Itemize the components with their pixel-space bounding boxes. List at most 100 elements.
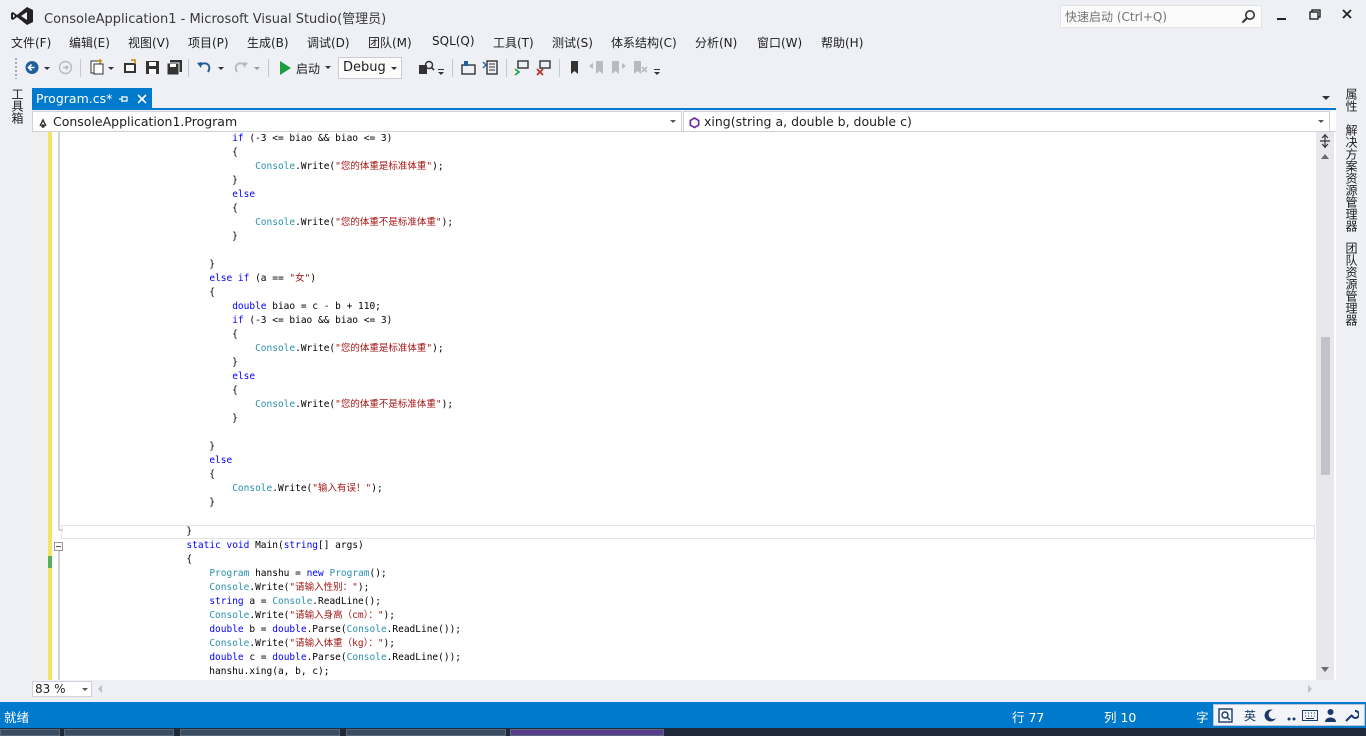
menu-view[interactable]: 视图(V) [128, 34, 170, 51]
clear-bookmarks-icon[interactable] [632, 59, 649, 76]
bookmark-icon[interactable] [566, 59, 583, 76]
code-line[interactable]: } [32, 230, 238, 244]
menu-analyze[interactable]: 分析(N) [695, 34, 737, 51]
toolbar-grip[interactable] [14, 57, 18, 79]
minimize-button[interactable] [1268, 4, 1294, 26]
half-width-moon-icon[interactable] [1264, 709, 1277, 722]
code-line[interactable]: if (-3 <= biao && biao <= 3) [32, 314, 392, 328]
back-dropdown-icon[interactable] [42, 59, 52, 76]
start-orb-button[interactable] [0, 729, 60, 736]
active-files-dropdown-icon[interactable] [1322, 96, 1330, 100]
code-line[interactable]: } [32, 496, 215, 510]
menu-file[interactable]: 文件(F) [11, 34, 51, 51]
code-line[interactable]: else [32, 370, 255, 384]
open-file-icon[interactable] [122, 59, 139, 76]
scroll-up-icon[interactable] [1321, 154, 1329, 159]
code-line[interactable]: static void Main(string[] args) [32, 539, 363, 553]
menu-help[interactable]: 帮助(H) [821, 34, 863, 51]
code-line[interactable]: hanshu.xing(a, b, c); [32, 665, 329, 679]
ime-language-bar[interactable]: 英 [1213, 704, 1365, 726]
menu-edit[interactable]: 编辑(E) [69, 34, 110, 51]
type-combo[interactable]: ConsoleApplication1.Program [32, 111, 682, 132]
code-line[interactable]: else [32, 188, 255, 202]
new-project-icon[interactable] [88, 59, 105, 76]
pin-icon[interactable] [118, 93, 130, 105]
tab-program-cs[interactable]: Program.cs* [32, 88, 152, 110]
member-combo[interactable]: xing(string a, double b, double c) [683, 111, 1330, 132]
close-window-button[interactable] [1334, 4, 1360, 26]
soft-keyboard-icon[interactable] [1302, 710, 1318, 721]
horizontal-scrollbar[interactable] [96, 685, 1316, 693]
code-line[interactable]: { [32, 553, 192, 567]
redo-dropdown-icon[interactable] [252, 59, 262, 76]
find-in-files-icon[interactable] [418, 59, 435, 76]
menu-sql[interactable]: SQL(Q) [432, 34, 475, 48]
scroll-down-icon[interactable] [1321, 667, 1329, 672]
code-line[interactable]: double biao = c - b + 110; [32, 300, 381, 314]
comment-out-icon[interactable] [513, 59, 530, 76]
code-line[interactable]: if (-3 <= biao && biao <= 3) [32, 132, 392, 146]
menu-tools[interactable]: 工具(T) [493, 34, 534, 51]
code-line[interactable]: } [32, 258, 215, 272]
code-line[interactable]: Program hanshu = new Program(); [32, 567, 386, 581]
code-line[interactable]: Console.Write("输入有误！"); [32, 482, 383, 496]
scroll-right-icon[interactable] [1308, 685, 1312, 693]
code-line[interactable]: } [32, 412, 238, 426]
code-line[interactable]: { [32, 202, 238, 216]
previous-bookmark-icon[interactable] [588, 59, 605, 76]
toolbar-options-icon[interactable] [652, 59, 662, 76]
taskbar-window-button[interactable] [346, 729, 506, 736]
menu-build[interactable]: 生成(B) [247, 34, 289, 51]
code-line[interactable]: double c = double.Parse(Console.ReadLine… [32, 651, 461, 665]
code-line[interactable]: double b = double.Parse(Console.ReadLine… [32, 623, 461, 637]
code-line[interactable]: Console.Write("您的体重是标准体重"); [32, 342, 444, 356]
solution-explorer-tab[interactable]: 解决方案资源管理器 [1342, 124, 1360, 232]
save-icon[interactable] [144, 59, 161, 76]
scroll-left-icon[interactable] [98, 685, 102, 693]
code-editor[interactable]: if (-3 <= biao && biao <= 3) { Console.W… [32, 132, 1336, 680]
code-line[interactable]: } [32, 356, 238, 370]
menu-debug[interactable]: 调试(D) [307, 34, 350, 51]
menu-architecture[interactable]: 体系结构(C) [611, 34, 677, 51]
taskbar-window-button[interactable] [180, 729, 340, 736]
menu-window[interactable]: 窗口(W) [757, 34, 802, 51]
close-icon[interactable] [136, 93, 148, 105]
code-line[interactable]: else if (a == "女") [32, 272, 316, 286]
ime-logo-icon[interactable] [1218, 708, 1233, 723]
properties-window-icon[interactable] [482, 59, 499, 76]
code-line[interactable]: { [32, 468, 215, 482]
redo-icon[interactable] [232, 59, 249, 76]
solution-explorer-icon[interactable] [460, 59, 477, 76]
start-dropdown-icon[interactable] [324, 64, 332, 72]
navigate-forward-icon[interactable] [57, 59, 74, 76]
code-line[interactable]: { [32, 384, 238, 398]
team-explorer-tab[interactable]: 团队资源管理器 [1342, 242, 1360, 326]
save-all-icon[interactable] [166, 59, 183, 76]
punctuation-icon[interactable] [1286, 709, 1298, 722]
vertical-scrollbar[interactable] [1316, 132, 1334, 680]
search-icon[interactable] [1241, 9, 1256, 24]
toolbox-tab[interactable]: 工具箱 [8, 88, 26, 124]
undo-dropdown-icon[interactable] [216, 59, 226, 76]
code-line[interactable]: Console.Write("您的体重不是标准体重"); [32, 398, 453, 412]
code-line[interactable]: { [32, 286, 215, 300]
code-line[interactable]: } [32, 174, 238, 188]
code-line[interactable]: Console.Write("您的体重是标准体重"); [32, 160, 444, 174]
code-line[interactable]: Console.Write("请输入体重（kg）："); [32, 637, 395, 651]
quick-launch-box[interactable] [1060, 5, 1262, 28]
scrollbar-thumb[interactable] [1321, 337, 1330, 475]
code-line[interactable]: { [32, 328, 238, 342]
settings-wrench-icon[interactable] [1344, 708, 1359, 723]
uncomment-icon[interactable] [535, 59, 552, 76]
navigate-back-icon[interactable] [24, 59, 41, 76]
start-debugging-button[interactable]: 启动 [276, 58, 334, 78]
code-line[interactable]: Console.Write("您的体重不是标准体重"); [32, 216, 453, 230]
split-window-icon[interactable] [1318, 134, 1332, 148]
properties-tab[interactable]: 属性 [1342, 88, 1360, 112]
menu-team[interactable]: 团队(M) [368, 34, 412, 51]
user-account-icon[interactable] [1324, 708, 1337, 723]
code-line[interactable]: { [32, 146, 238, 160]
code-line[interactable]: string a = Console.ReadLine(); [32, 595, 381, 609]
menu-test[interactable]: 测试(S) [552, 34, 593, 51]
quick-launch-input[interactable] [1065, 8, 1235, 25]
